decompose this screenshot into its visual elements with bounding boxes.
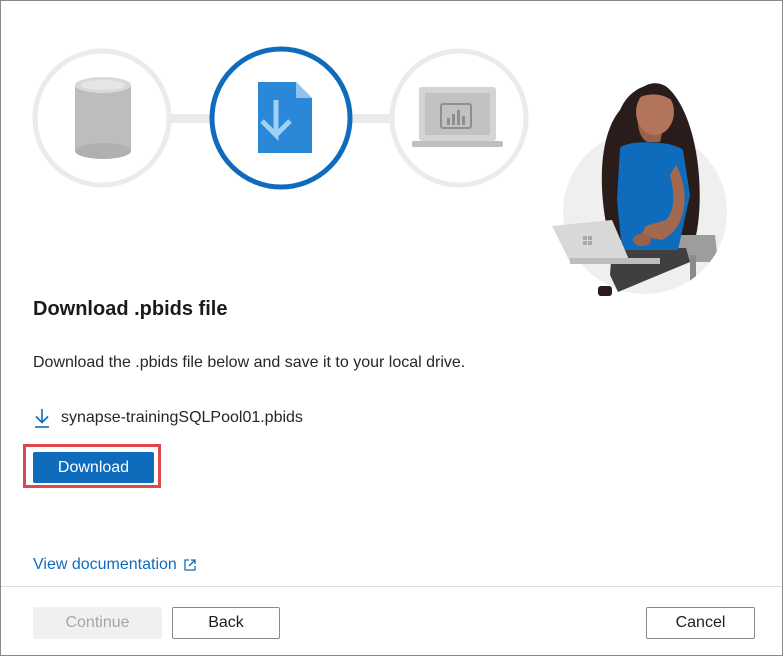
person-with-laptop-illustration (552, 83, 727, 296)
external-link-icon (183, 558, 197, 572)
download-arrow-icon (33, 407, 51, 429)
view-documentation-link[interactable]: View documentation (33, 556, 197, 574)
download-button[interactable]: Download (33, 452, 154, 483)
back-button[interactable]: Back (172, 607, 280, 639)
file-row: synapse-trainingSQLPool01.pbids (33, 406, 303, 430)
file-name: synapse-trainingSQLPool01.pbids (61, 409, 303, 426)
file-download-icon (258, 82, 312, 153)
step-database (32, 48, 172, 188)
database-icon (75, 77, 131, 159)
continue-button[interactable]: Continue (33, 607, 162, 639)
hero-illustration (0, 0, 783, 300)
footer-divider (1, 586, 782, 587)
laptop-chart-icon (412, 87, 503, 147)
step-file-download (209, 46, 353, 190)
dialog-title: Download .pbids file (33, 298, 228, 320)
view-documentation-label: View documentation (33, 556, 177, 573)
cancel-button[interactable]: Cancel (646, 607, 755, 639)
step-laptop-chart (389, 48, 529, 188)
dialog-description: Download the .pbids file below and save … (33, 354, 466, 371)
